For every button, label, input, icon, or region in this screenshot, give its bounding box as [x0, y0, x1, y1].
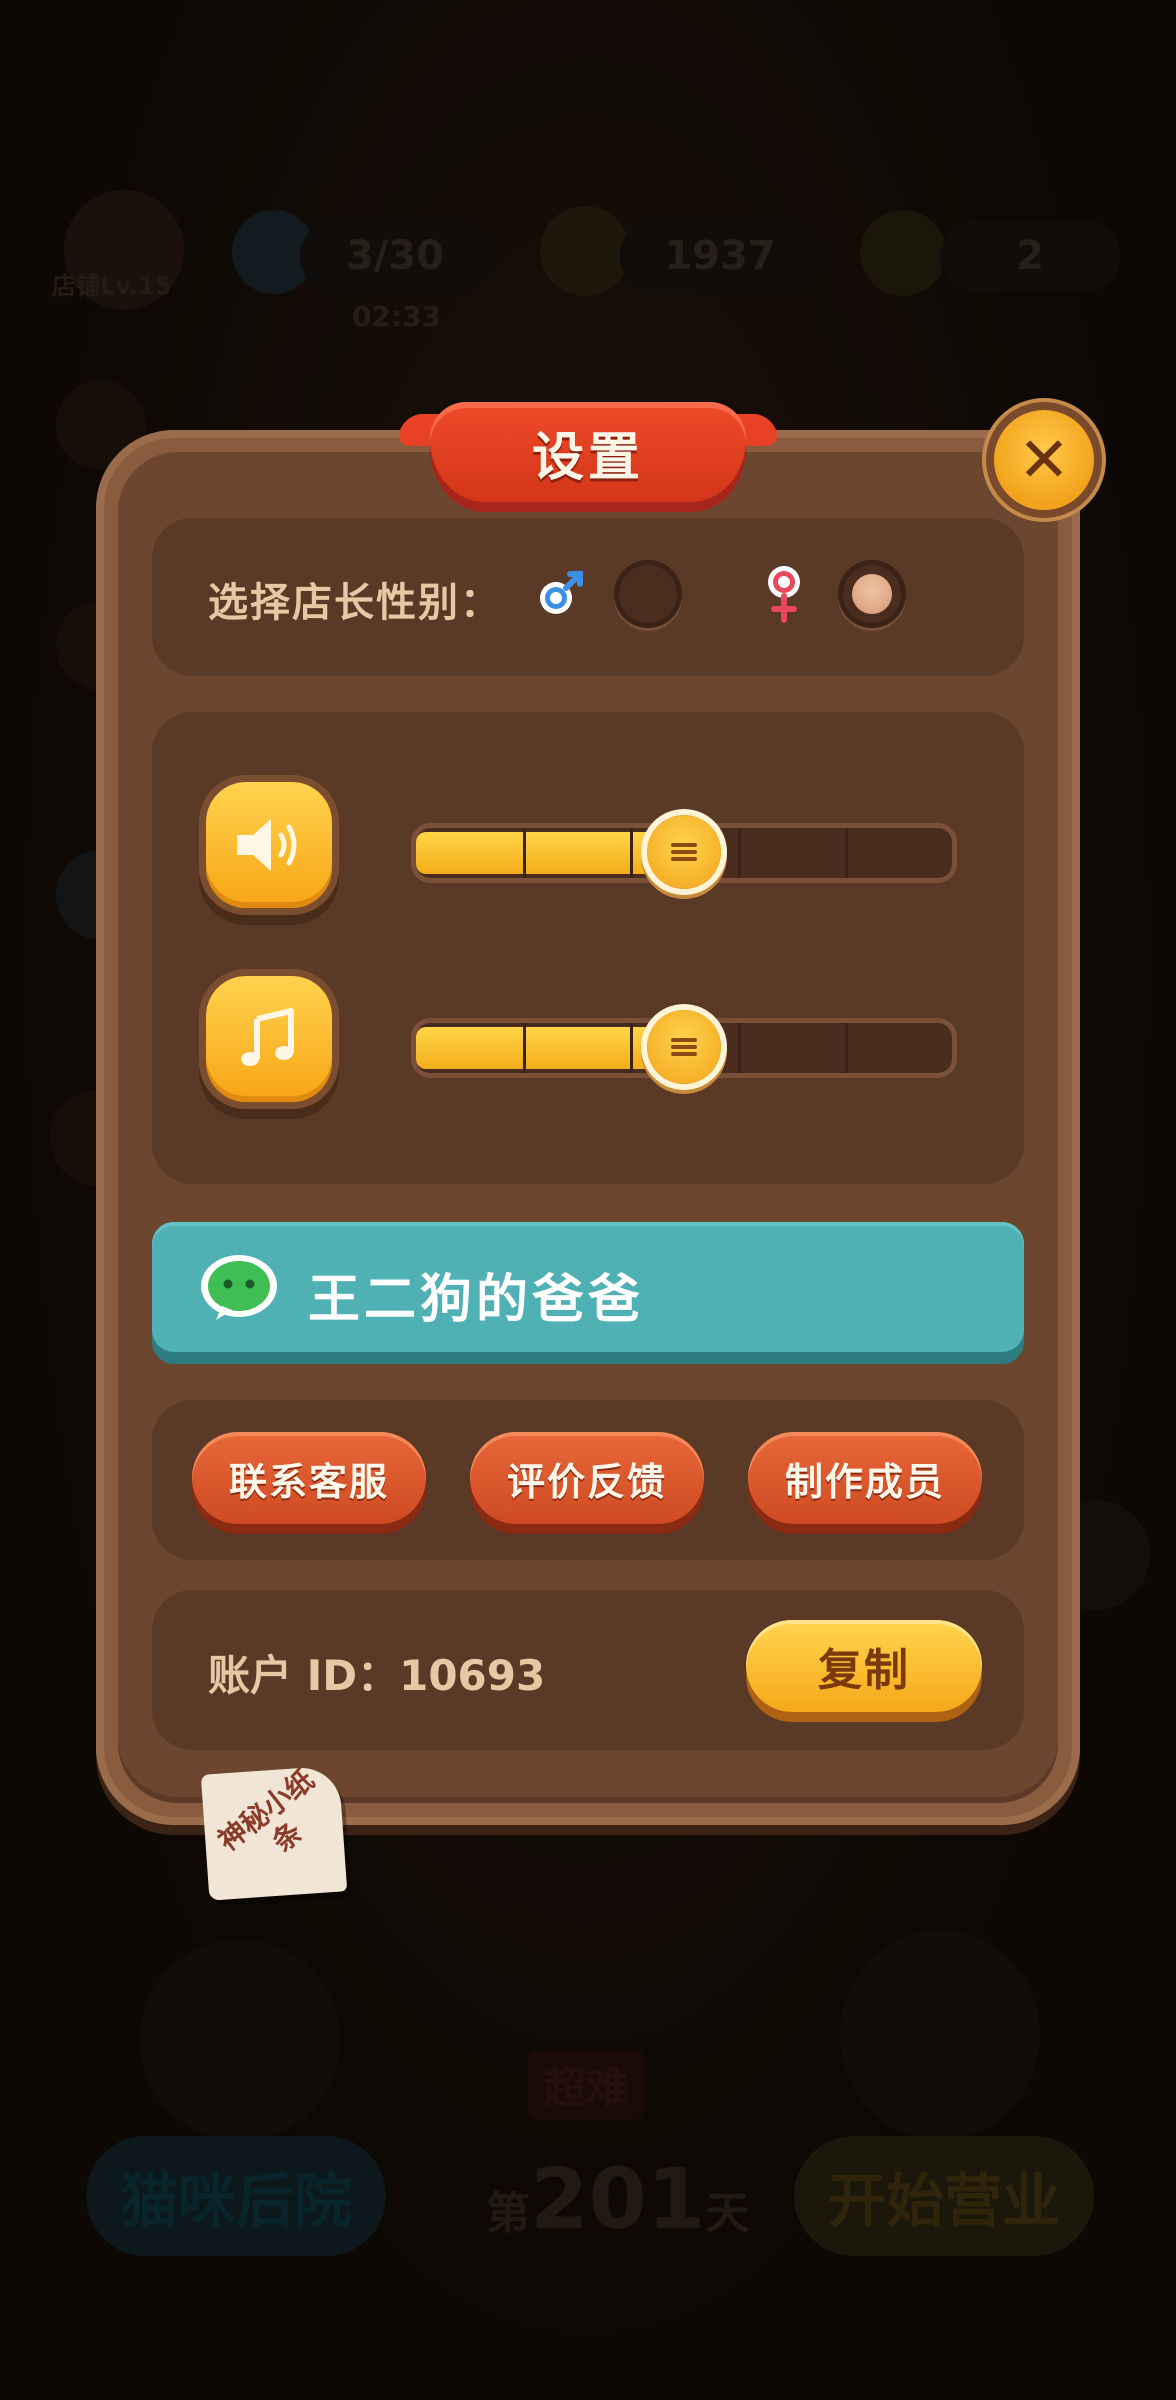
sound-slider-fill	[416, 832, 684, 874]
close-button[interactable]: ✕	[994, 410, 1094, 510]
music-slider-fill	[416, 1027, 684, 1069]
close-icon: ✕	[1018, 423, 1070, 496]
sound-toggle-button[interactable]	[206, 782, 332, 908]
wechat-nickname: 王二狗的爸爸	[308, 1270, 645, 1330]
contact-support-button[interactable]: 联系客服	[192, 1432, 426, 1524]
wechat-icon	[201, 1255, 277, 1320]
male-radio[interactable]	[614, 560, 682, 628]
account-id: 账户 ID：10693	[208, 1651, 546, 1700]
speaker-icon	[237, 819, 297, 871]
panel-title: 设置	[531, 427, 644, 488]
music-toggle-button[interactable]	[206, 976, 332, 1102]
female-symbol-icon	[768, 566, 800, 623]
music-slider-knob[interactable]	[647, 1010, 721, 1084]
male-symbol-icon	[540, 571, 583, 614]
copy-id-button[interactable]: 复制	[746, 1620, 982, 1712]
music-note-icon	[241, 1008, 294, 1066]
female-radio[interactable]	[838, 560, 906, 628]
sound-slider-knob[interactable]	[647, 815, 721, 889]
gender-label: 选择店长性别：	[208, 580, 502, 626]
feedback-button[interactable]: 评价反馈	[470, 1432, 704, 1524]
credits-button[interactable]: 制作成员	[748, 1432, 982, 1524]
